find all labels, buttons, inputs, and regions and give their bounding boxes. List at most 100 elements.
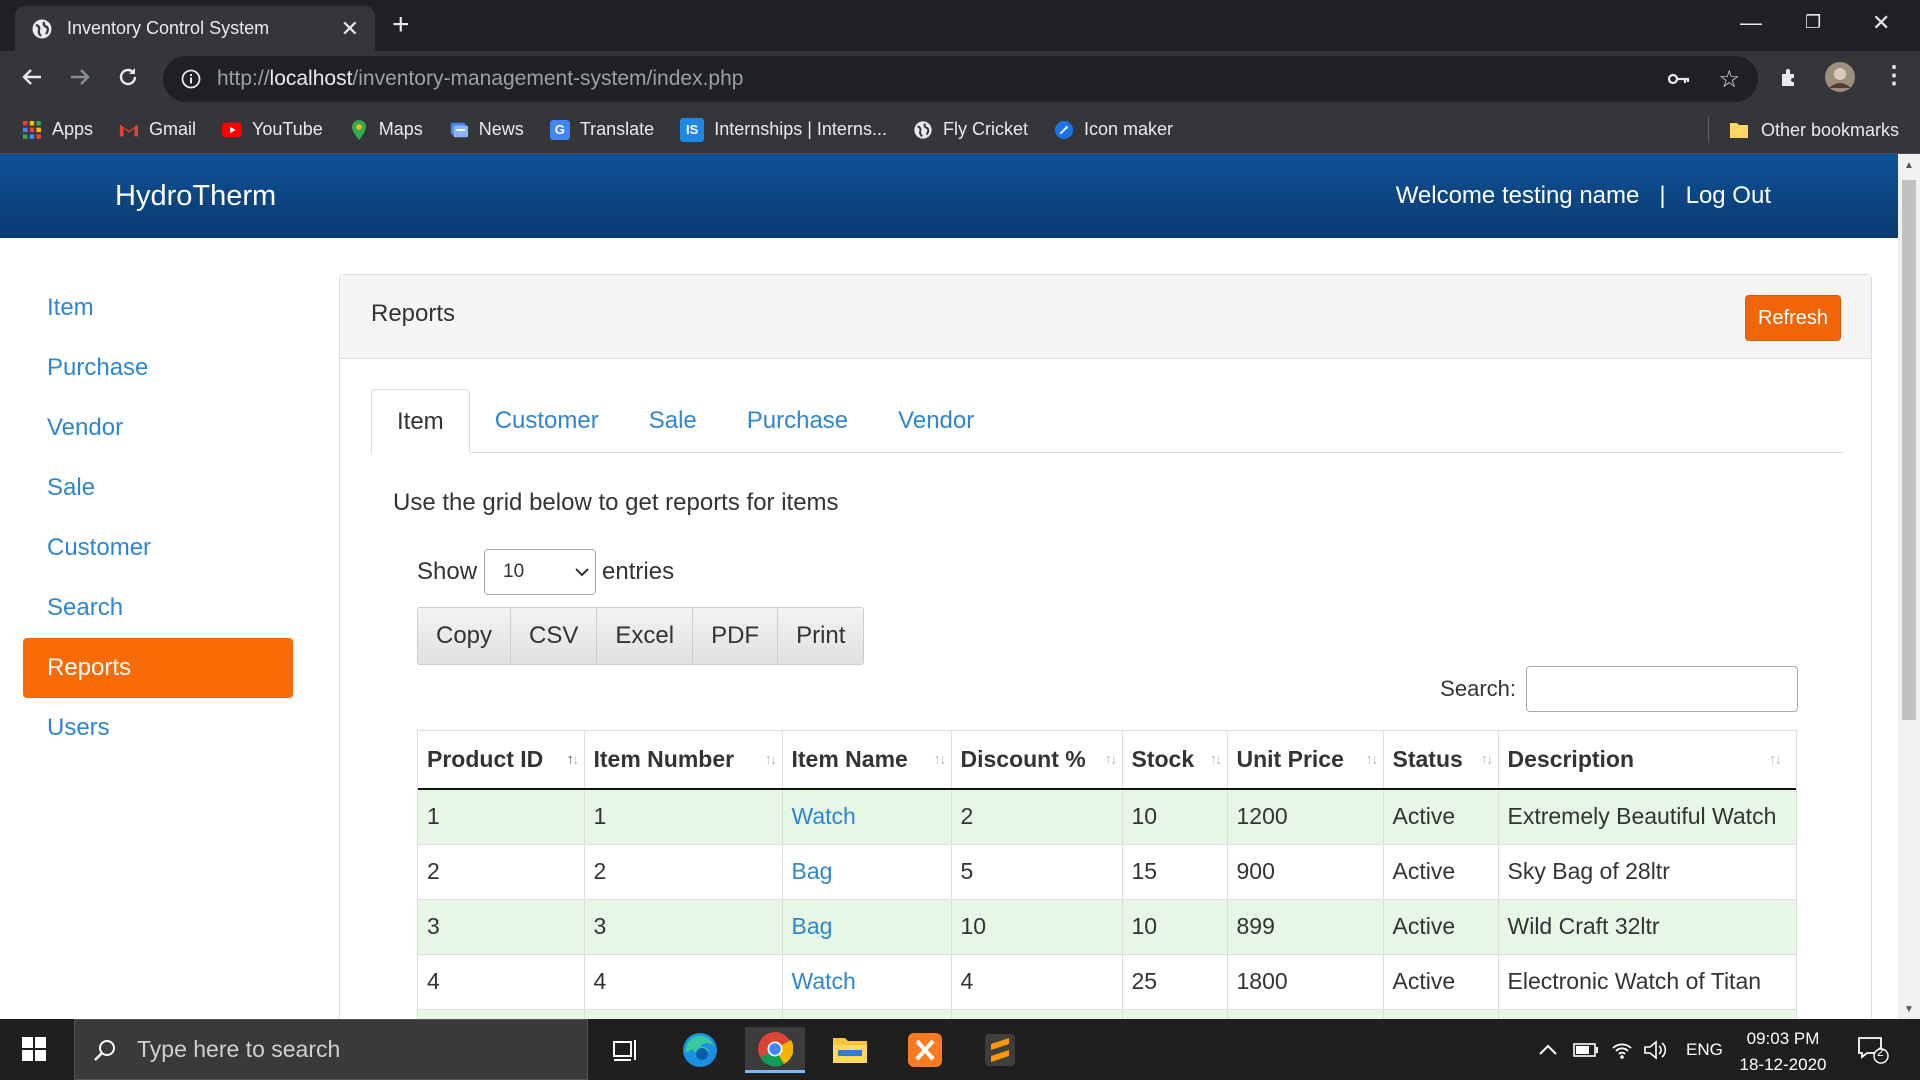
refresh-button[interactable]: Refresh	[1745, 295, 1841, 341]
sidebar-item-customer[interactable]: Customer	[23, 518, 293, 578]
tab-purchase[interactable]: Purchase	[722, 389, 873, 453]
cell-unit-price: 1200	[1227, 788, 1384, 844]
cell-status: Active	[1383, 953, 1499, 1009]
sidebar-item-item[interactable]: Item	[23, 278, 293, 338]
print-button[interactable]: Print	[778, 608, 864, 664]
file-explorer-icon[interactable]	[820, 1027, 880, 1073]
chrome-icon[interactable]	[745, 1027, 805, 1073]
bookmark-apps[interactable]: Apps	[22, 119, 93, 140]
cell-product-id: 1	[418, 788, 585, 844]
bookmark-translate[interactable]: G Translate	[549, 119, 654, 140]
item-name-link[interactable]: Watch	[792, 803, 856, 829]
item-name-link[interactable]: Bag	[792, 858, 833, 884]
search-input[interactable]	[1526, 666, 1798, 712]
scroll-down-icon[interactable]: ▼	[1904, 1004, 1914, 1015]
back-icon[interactable]	[20, 65, 44, 89]
scrollbar-thumb[interactable]	[1902, 180, 1916, 720]
sidebar-item-search[interactable]: Search	[23, 578, 293, 638]
language-indicator[interactable]: ENG	[1686, 1019, 1723, 1080]
windows-taskbar: Type here to search ENG 09:03 PM 18-12-2…	[0, 1019, 1920, 1080]
taskbar-clock[interactable]: 09:03 PM 18-12-2020	[1730, 1026, 1836, 1078]
tray-overflow-icon[interactable]	[1538, 1019, 1558, 1080]
close-window-icon[interactable]: ✕	[1872, 10, 1890, 36]
bookmark-youtube[interactable]: YouTube	[222, 119, 323, 140]
column-header-item-name[interactable]: Item Name ↑↓	[782, 731, 952, 790]
column-header-stock[interactable]: Stock ↑↓	[1122, 731, 1228, 790]
bookmark-news[interactable]: News	[449, 119, 524, 140]
column-header-unit-price[interactable]: Unit Price ↑↓	[1227, 731, 1384, 790]
bookmark-maps[interactable]: Maps	[349, 119, 423, 140]
tab-vendor[interactable]: Vendor	[873, 389, 999, 453]
sidebar-item-users[interactable]: Users	[23, 698, 293, 758]
key-icon[interactable]	[1668, 72, 1690, 86]
cell-item-name: Watch	[782, 788, 952, 844]
sort-icon: ↑↓	[1104, 751, 1118, 768]
minimize-icon[interactable]: —	[1740, 10, 1762, 36]
notification-center-icon[interactable]: 2	[1857, 1019, 1889, 1080]
tab-close-icon[interactable]: ✕	[341, 16, 359, 42]
taskbar-search-box[interactable]: Type here to search	[74, 1019, 588, 1080]
cell-item-name: Watch	[782, 953, 952, 1009]
item-name-link[interactable]: Watch	[792, 968, 856, 994]
logout-link[interactable]: Log Out	[1686, 182, 1771, 209]
extensions-icon[interactable]	[1778, 65, 1802, 89]
cell-product-id: 3	[418, 898, 585, 954]
tab-item[interactable]: Item	[371, 389, 470, 454]
bookmark-icon-maker[interactable]: Icon maker	[1054, 119, 1173, 140]
cell-status: Active	[1383, 788, 1499, 844]
sublime-text-icon[interactable]	[970, 1027, 1030, 1073]
task-view-icon[interactable]	[595, 1027, 655, 1073]
tab-sale[interactable]: Sale	[624, 389, 722, 453]
scroll-up-icon[interactable]: ▲	[1904, 160, 1914, 171]
panel-header: Reports Refresh	[340, 275, 1871, 359]
cell-stock: 15	[1122, 843, 1228, 899]
excel-button[interactable]: Excel	[597, 608, 694, 664]
bookmark-star-icon[interactable]: ☆	[1718, 65, 1740, 94]
csv-button[interactable]: CSV	[511, 608, 598, 664]
column-header-item-number[interactable]: Item Number ↑↓	[584, 731, 783, 790]
site-info-icon[interactable]	[181, 69, 201, 89]
cell-discount: 5	[951, 843, 1123, 899]
browser-menu-icon[interactable]: ⋮	[1882, 63, 1906, 89]
entries-select[interactable]: 10	[484, 549, 597, 595]
bookmark-gmail[interactable]: Gmail	[119, 119, 196, 140]
cell-item-number: 4	[584, 953, 783, 1009]
column-header-discount[interactable]: Discount % ↑↓	[951, 731, 1123, 790]
column-header-product-id[interactable]: Product ID ↑↓	[418, 731, 585, 790]
copy-button[interactable]: Copy	[418, 608, 512, 664]
windows-start-icon[interactable]	[22, 1037, 46, 1061]
address-bar[interactable]: http://localhost/inventory-management-sy…	[163, 56, 1758, 102]
profile-avatar[interactable]	[1824, 61, 1856, 93]
intro-text: Use the grid below to get reports for it…	[393, 489, 839, 516]
wifi-icon[interactable]	[1611, 1019, 1633, 1080]
bookmark-fly-cricket[interactable]: Fly Cricket	[913, 119, 1028, 140]
forward-icon[interactable]	[68, 65, 92, 89]
edge-browser-icon[interactable]	[670, 1027, 730, 1073]
xampp-icon[interactable]	[895, 1027, 955, 1073]
table-header-row: Product ID ↑↓ Item Number ↑↓ Item Name ↑↓ D…	[418, 731, 1796, 790]
table-row	[418, 1008, 1796, 1019]
cell-status: Active	[1383, 843, 1499, 899]
sidebar-item-sale[interactable]: Sale	[23, 458, 293, 518]
tab-customer[interactable]: Customer	[470, 389, 624, 453]
column-header-description[interactable]: Description ↑↓	[1498, 731, 1796, 790]
brand-logo-text[interactable]: HydroTherm	[115, 180, 276, 213]
reload-icon[interactable]	[116, 65, 140, 89]
new-tab-button[interactable]: +	[392, 10, 410, 40]
clock-time: 09:03 PM	[1746, 1029, 1820, 1048]
item-name-link[interactable]: Bag	[792, 913, 833, 939]
browser-tab[interactable]: Inventory Control System ✕	[15, 6, 375, 51]
column-header-status[interactable]: Status ↑↓	[1383, 731, 1499, 790]
table-row: 2 2 Bag 5 15 900 Active Sky Bag of 28ltr	[418, 843, 1796, 899]
sidebar-item-vendor[interactable]: Vendor	[23, 398, 293, 458]
volume-icon[interactable]	[1643, 1019, 1667, 1080]
browser-toolbar: http://localhost/inventory-management-sy…	[0, 51, 1920, 106]
pdf-button[interactable]: PDF	[693, 608, 779, 664]
sidebar-item-reports[interactable]: Reports	[23, 638, 293, 698]
page-scrollbar[interactable]: ▲ ▼	[1898, 154, 1920, 1019]
restore-icon[interactable]: ❐	[1805, 12, 1821, 33]
sidebar-item-purchase[interactable]: Purchase	[23, 338, 293, 398]
bookmark-internships[interactable]: IS Internships | Interns...	[680, 117, 887, 142]
other-bookmarks[interactable]: Other bookmarks	[1707, 106, 1899, 154]
battery-icon[interactable]	[1573, 1019, 1599, 1080]
